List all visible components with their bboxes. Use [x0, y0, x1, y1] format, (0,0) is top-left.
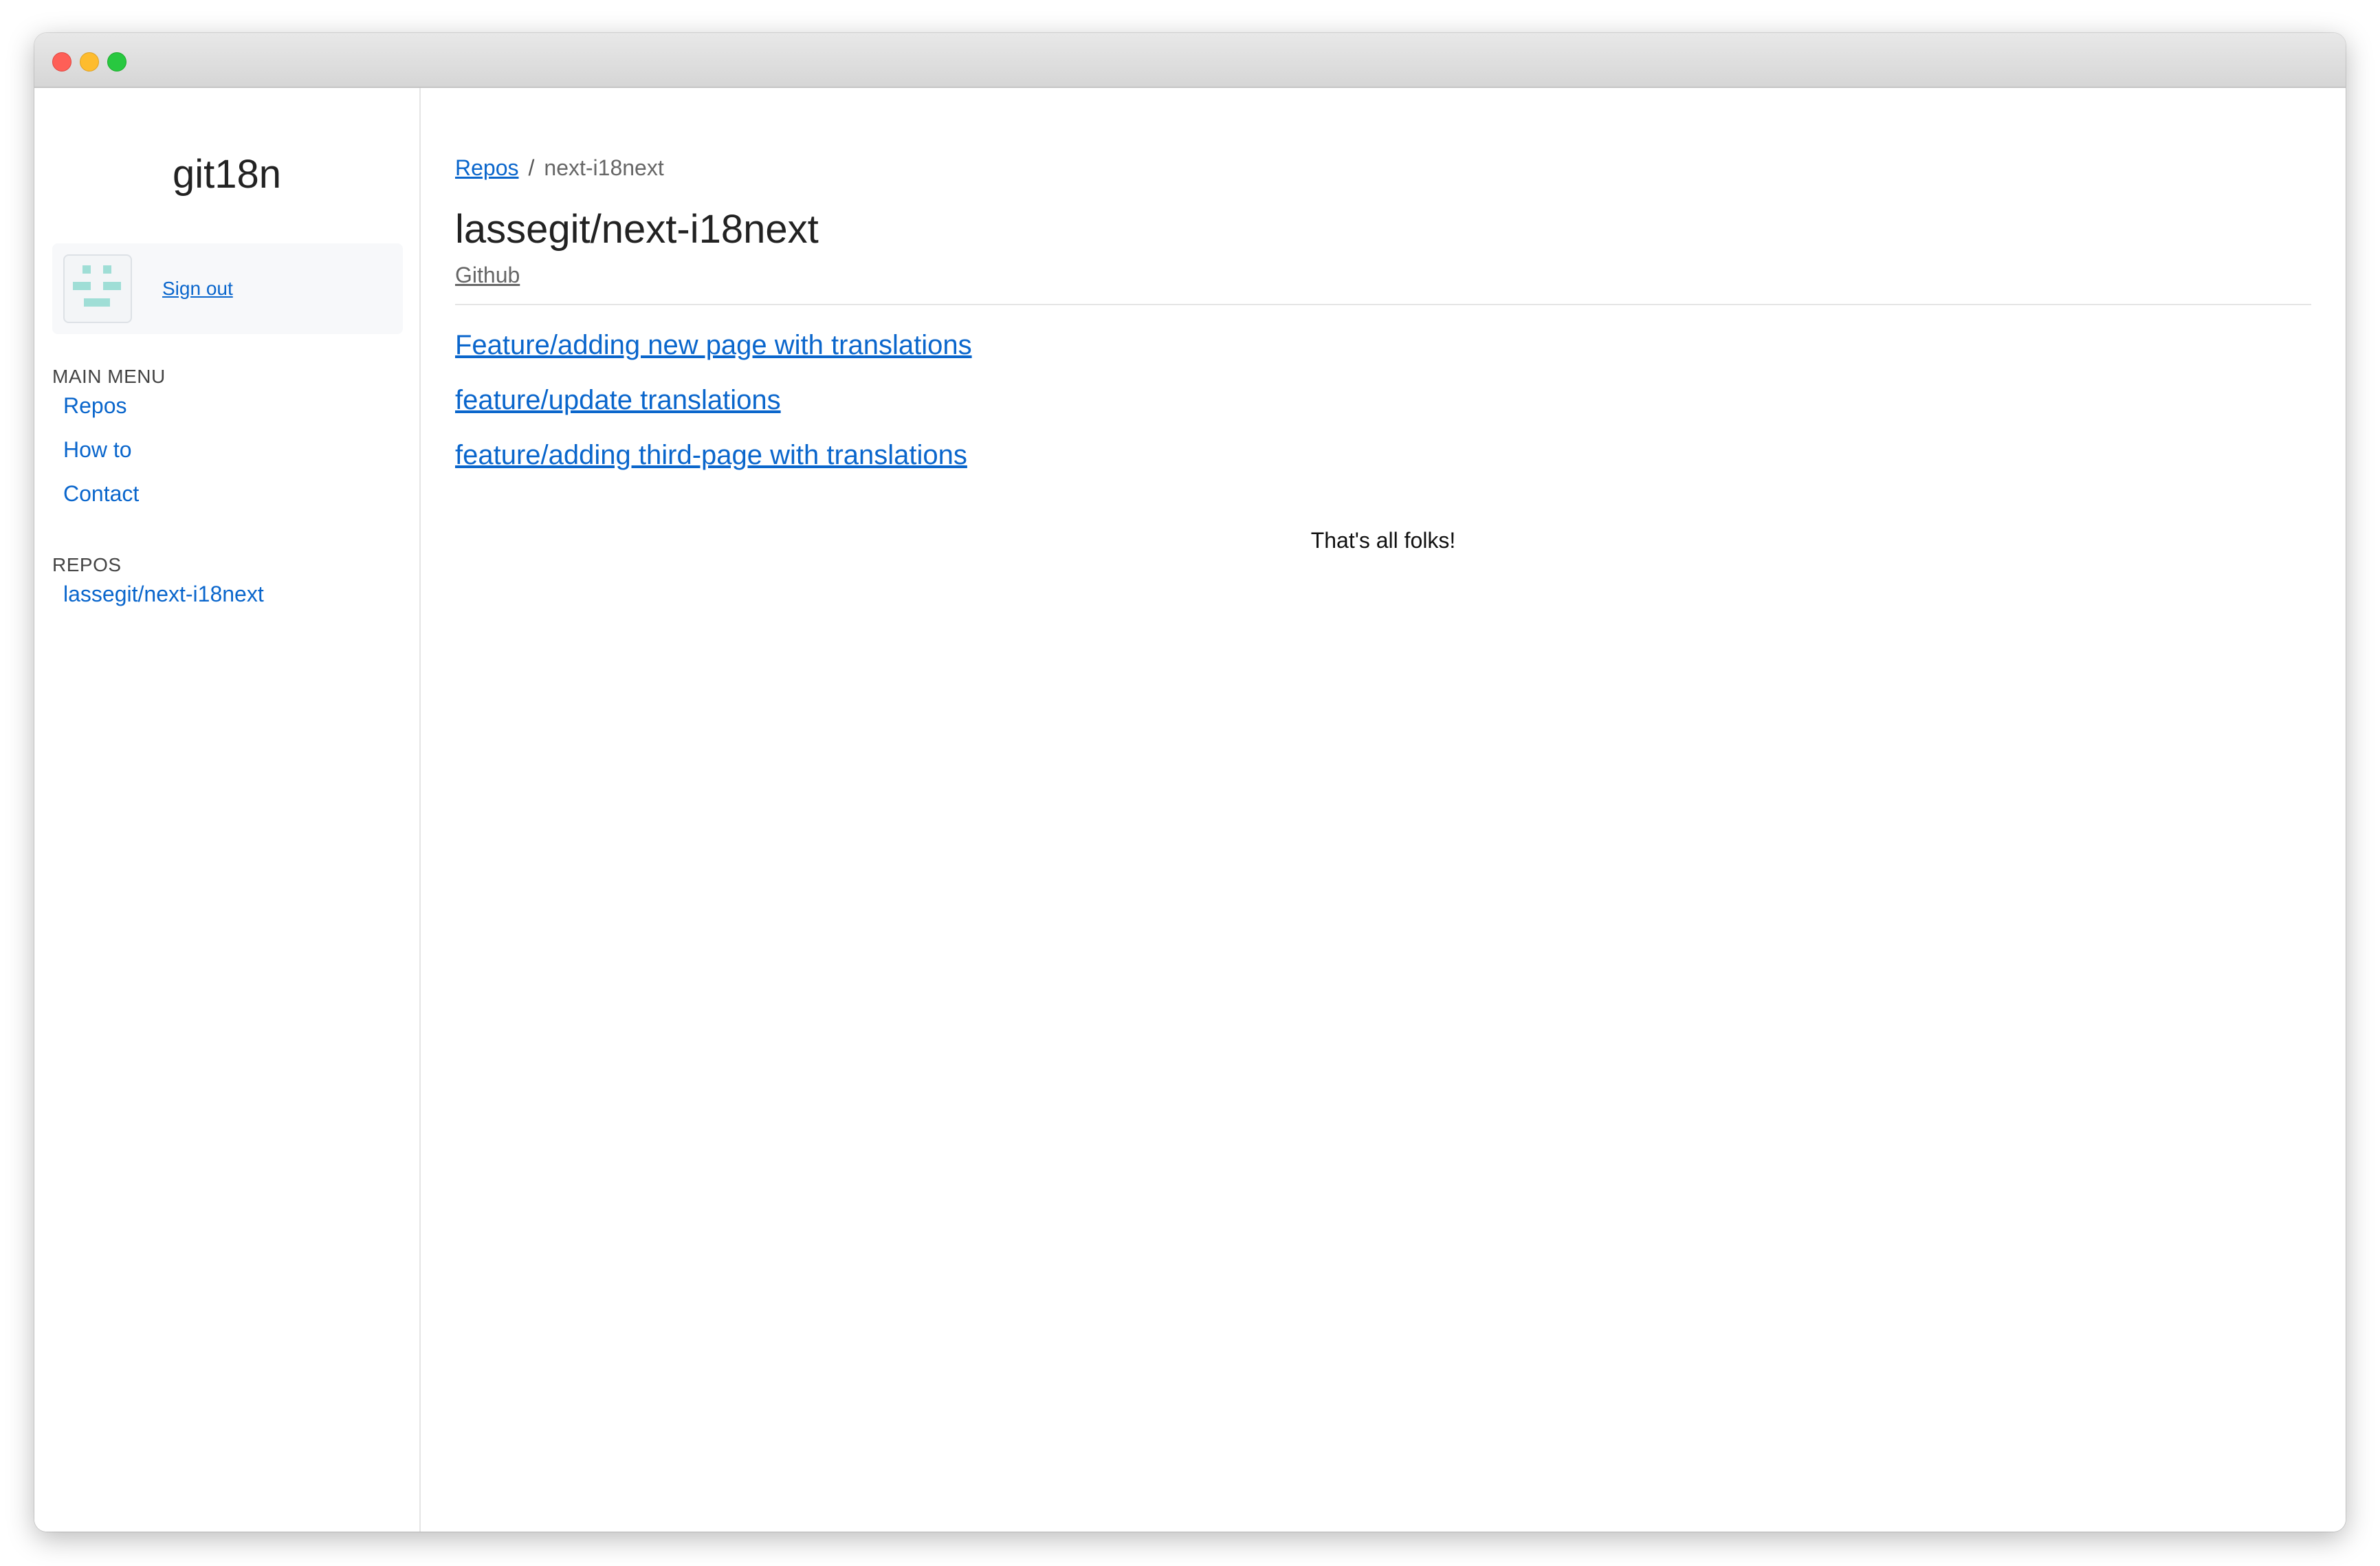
header-divider — [455, 304, 2311, 305]
sign-out-link[interactable]: Sign out — [162, 278, 233, 300]
page-title: lassegit/next-i18next — [455, 207, 819, 252]
breadcrumb-current: next-i18next — [544, 155, 664, 180]
main-panel: Repos / next-i18next lassegit/next-i18next… — [455, 88, 2311, 1532]
branch-link[interactable]: feature/adding third-page with translati… — [455, 440, 967, 471]
sidebar-item-how-to[interactable]: How to — [63, 437, 132, 463]
sidebar-repo-item[interactable]: lassegit/next-i18next — [63, 582, 264, 607]
sidebar-item-contact[interactable]: Contact — [63, 481, 139, 507]
repos-heading: REPOS — [52, 554, 122, 575]
end-of-list-message: That's all folks! — [1310, 528, 1456, 553]
maximize-window-button[interactable] — [107, 52, 126, 71]
window-titlebar[interactable] — [34, 33, 2346, 88]
sidebar: git18n Sign out MAIN MENU Repos How to C… — [34, 88, 421, 1532]
branch-link[interactable]: feature/update translations — [455, 385, 781, 416]
identicon-avatar-icon — [63, 254, 132, 323]
breadcrumb-separator: / — [528, 155, 535, 180]
branch-link[interactable]: Feature/adding new page with translation… — [455, 330, 972, 361]
main-menu-heading: MAIN MENU — [52, 366, 166, 387]
breadcrumb: Repos / next-i18next — [455, 155, 664, 181]
app-brand: git18n — [172, 152, 282, 197]
page-content: git18n Sign out MAIN MENU Repos How to C… — [34, 88, 2346, 1532]
minimize-window-button[interactable] — [80, 52, 99, 71]
desktop-background: git18n Sign out MAIN MENU Repos How to C… — [0, 0, 2380, 1566]
github-link[interactable]: Github — [455, 263, 520, 288]
breadcrumb-repos-link[interactable]: Repos — [455, 155, 519, 180]
user-card: Sign out — [52, 243, 403, 334]
sidebar-item-repos[interactable]: Repos — [63, 393, 127, 419]
browser-window: git18n Sign out MAIN MENU Repos How to C… — [34, 33, 2346, 1532]
close-window-button[interactable] — [52, 52, 71, 71]
